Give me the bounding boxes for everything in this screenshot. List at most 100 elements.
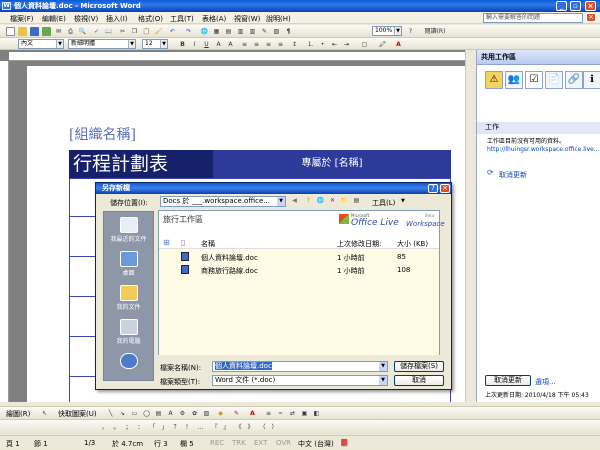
up-folder-icon[interactable]: ↑ bbox=[304, 196, 313, 205]
delete-icon[interactable]: ✕ bbox=[328, 196, 337, 205]
print-icon[interactable]: ⎙ bbox=[66, 27, 75, 36]
increase-indent-icon[interactable]: ⇥ bbox=[342, 40, 351, 49]
menu-edit[interactable]: 編輯(E) bbox=[42, 14, 66, 24]
symbol-paren-close[interactable]: ） bbox=[270, 423, 279, 432]
oval-icon[interactable]: ◯ bbox=[142, 409, 151, 418]
vertical-ruler[interactable] bbox=[0, 61, 9, 402]
status-rec[interactable]: REC bbox=[210, 439, 224, 447]
table-row[interactable]: 商務旅行路線.doc 1 小時前 108 bbox=[159, 264, 439, 276]
place-recent[interactable]: 我最近的文件 bbox=[104, 214, 153, 248]
search-web-icon[interactable]: 🌐 bbox=[316, 196, 325, 205]
fill-color-icon[interactable]: ◆ bbox=[216, 409, 225, 418]
wordart-icon[interactable]: A bbox=[166, 409, 175, 418]
place-my-documents[interactable]: 我的文件 bbox=[104, 282, 153, 316]
menu-window[interactable]: 視窗(W) bbox=[234, 14, 260, 24]
status-tab-icon[interactable]: ⚠ bbox=[485, 71, 503, 89]
symbol-paren-open[interactable]: （ bbox=[258, 423, 267, 432]
symbol-period[interactable]: 。 bbox=[112, 423, 121, 432]
zoom-combo[interactable]: 100% ▼ bbox=[372, 26, 402, 36]
print-preview-icon[interactable]: 🔍 bbox=[78, 27, 87, 36]
close-document-button[interactable]: × bbox=[586, 13, 596, 22]
symbol-question[interactable]: ？ bbox=[172, 423, 181, 432]
3d-icon[interactable]: ◧ bbox=[312, 409, 321, 418]
permission-icon[interactable] bbox=[42, 27, 51, 36]
picture-icon[interactable]: ▨ bbox=[202, 409, 211, 418]
numbering-icon[interactable]: ⒈ bbox=[306, 40, 315, 49]
copy-icon[interactable]: ❐ bbox=[130, 27, 139, 36]
cut-icon[interactable]: ✂ bbox=[118, 27, 127, 36]
email-icon[interactable]: ✉ bbox=[54, 27, 63, 36]
italic-icon[interactable]: I bbox=[190, 40, 199, 49]
justify-icon[interactable]: ≡ bbox=[276, 40, 285, 49]
diagram-icon[interactable]: ⚙ bbox=[178, 409, 187, 418]
format-painter-icon[interactable]: 🖌 bbox=[154, 27, 163, 36]
line-spacing-icon[interactable]: ↕ bbox=[290, 40, 299, 49]
textbox-icon[interactable]: ▤ bbox=[154, 409, 163, 418]
symbol-bracket[interactable]: 「 bbox=[148, 423, 157, 432]
align-right-icon[interactable]: ≡ bbox=[264, 40, 273, 49]
new-folder-icon[interactable]: 📁 bbox=[340, 196, 349, 205]
style-combo[interactable]: 內文 ▼ bbox=[18, 39, 64, 49]
read-mode-button[interactable]: 閱讀(R) bbox=[420, 27, 450, 36]
dialog-close-button[interactable]: × bbox=[440, 184, 450, 193]
menu-tools[interactable]: 工具(T) bbox=[170, 14, 194, 24]
char-border-icon[interactable]: A bbox=[214, 40, 223, 49]
document-map-icon[interactable]: ▨ bbox=[272, 27, 281, 36]
cancel-update-link[interactable]: 取消更新 bbox=[499, 170, 527, 180]
members-tab-icon[interactable]: 👥 bbox=[505, 71, 523, 89]
documents-tab-icon[interactable]: 📄 bbox=[545, 71, 563, 89]
insert-excel-icon[interactable]: ▥ bbox=[236, 27, 245, 36]
options-link[interactable]: 選項... bbox=[535, 377, 556, 387]
word-app-icon[interactable]: W bbox=[2, 2, 11, 10]
document-subtitle[interactable]: 專屬於 [名稱] bbox=[213, 150, 451, 178]
new-doc-icon[interactable] bbox=[6, 27, 15, 36]
menu-file[interactable]: 檔案(F) bbox=[10, 14, 34, 24]
align-center-icon[interactable]: ≡ bbox=[252, 40, 261, 49]
hyperlink-icon[interactable]: 🌐 bbox=[200, 27, 209, 36]
align-left-icon[interactable]: ≡ bbox=[240, 40, 249, 49]
undo-icon[interactable]: ↶ bbox=[168, 27, 177, 36]
links-tab-icon[interactable]: 🔗 bbox=[565, 71, 583, 89]
symbol-quote-close[interactable]: 』 bbox=[222, 423, 231, 432]
close-button[interactable]: × bbox=[585, 1, 596, 11]
col-modified[interactable]: 上次修改日期: bbox=[337, 239, 381, 249]
symbol-book-close[interactable]: 》 bbox=[246, 423, 255, 432]
line-color-icon[interactable]: ✎ bbox=[232, 409, 241, 418]
workspace-url[interactable]: http://lhuingsr.workspace.office.live... bbox=[487, 146, 599, 153]
symbol-ellipsis[interactable]: … bbox=[196, 423, 205, 432]
autoshapes-menu[interactable]: 快取圖案(U) bbox=[58, 409, 97, 419]
minimize-button[interactable]: _ bbox=[556, 1, 567, 11]
cancel-button[interactable]: 取消 bbox=[394, 375, 444, 386]
status-trk[interactable]: TRK bbox=[232, 439, 246, 447]
font-combo[interactable]: 新細明體 ▼ bbox=[68, 39, 136, 49]
filename-input[interactable]: 個人資料論壇.doc ▼ bbox=[212, 361, 388, 372]
bold-icon[interactable]: B bbox=[178, 40, 187, 49]
tools-dropdown-icon[interactable]: ▼ bbox=[401, 198, 405, 204]
col-size[interactable]: 大小 (KB) bbox=[397, 239, 428, 249]
save-in-combo[interactable]: Docs 於 ___.workspace.office... ▼ bbox=[160, 196, 286, 207]
cancel-update-button[interactable]: 取消更新 bbox=[485, 375, 531, 386]
spelling-icon[interactable]: ✓ bbox=[92, 27, 101, 36]
horizontal-ruler[interactable] bbox=[9, 52, 473, 61]
filetype-select[interactable]: Word 文件 (*.doc) ▼ bbox=[212, 375, 388, 386]
shadow-icon[interactable]: ▣ bbox=[300, 409, 309, 418]
symbol-comma[interactable]: ， bbox=[100, 423, 109, 432]
tasks-tab-icon[interactable]: ☑ bbox=[525, 71, 543, 89]
arrow-style-icon[interactable]: ⇄ bbox=[288, 409, 297, 418]
spelling-status-icon[interactable]: 📕 bbox=[340, 439, 349, 447]
underline-icon[interactable]: U bbox=[202, 40, 211, 49]
save-button[interactable]: 儲存檔案(S) bbox=[394, 361, 444, 372]
menu-help[interactable]: 說明(H) bbox=[266, 14, 291, 24]
arrow-icon[interactable]: ↘ bbox=[118, 409, 127, 418]
help-icon[interactable]: ? bbox=[406, 27, 415, 36]
rectangle-icon[interactable]: ▭ bbox=[130, 409, 139, 418]
status-ext[interactable]: EXT bbox=[254, 439, 267, 447]
symbol-bracket-close[interactable]: 」 bbox=[160, 423, 169, 432]
dash-style-icon[interactable]: ┅ bbox=[276, 409, 285, 418]
paste-icon[interactable]: 📋 bbox=[142, 27, 151, 36]
open-folder-icon[interactable] bbox=[18, 27, 27, 36]
place-my-computer[interactable]: 我的電腦 bbox=[104, 316, 153, 350]
font-color-icon[interactable]: A bbox=[394, 40, 403, 49]
tables-borders-icon[interactable]: ▦ bbox=[212, 27, 221, 36]
font-size-combo[interactable]: 12 ▼ bbox=[142, 39, 168, 49]
